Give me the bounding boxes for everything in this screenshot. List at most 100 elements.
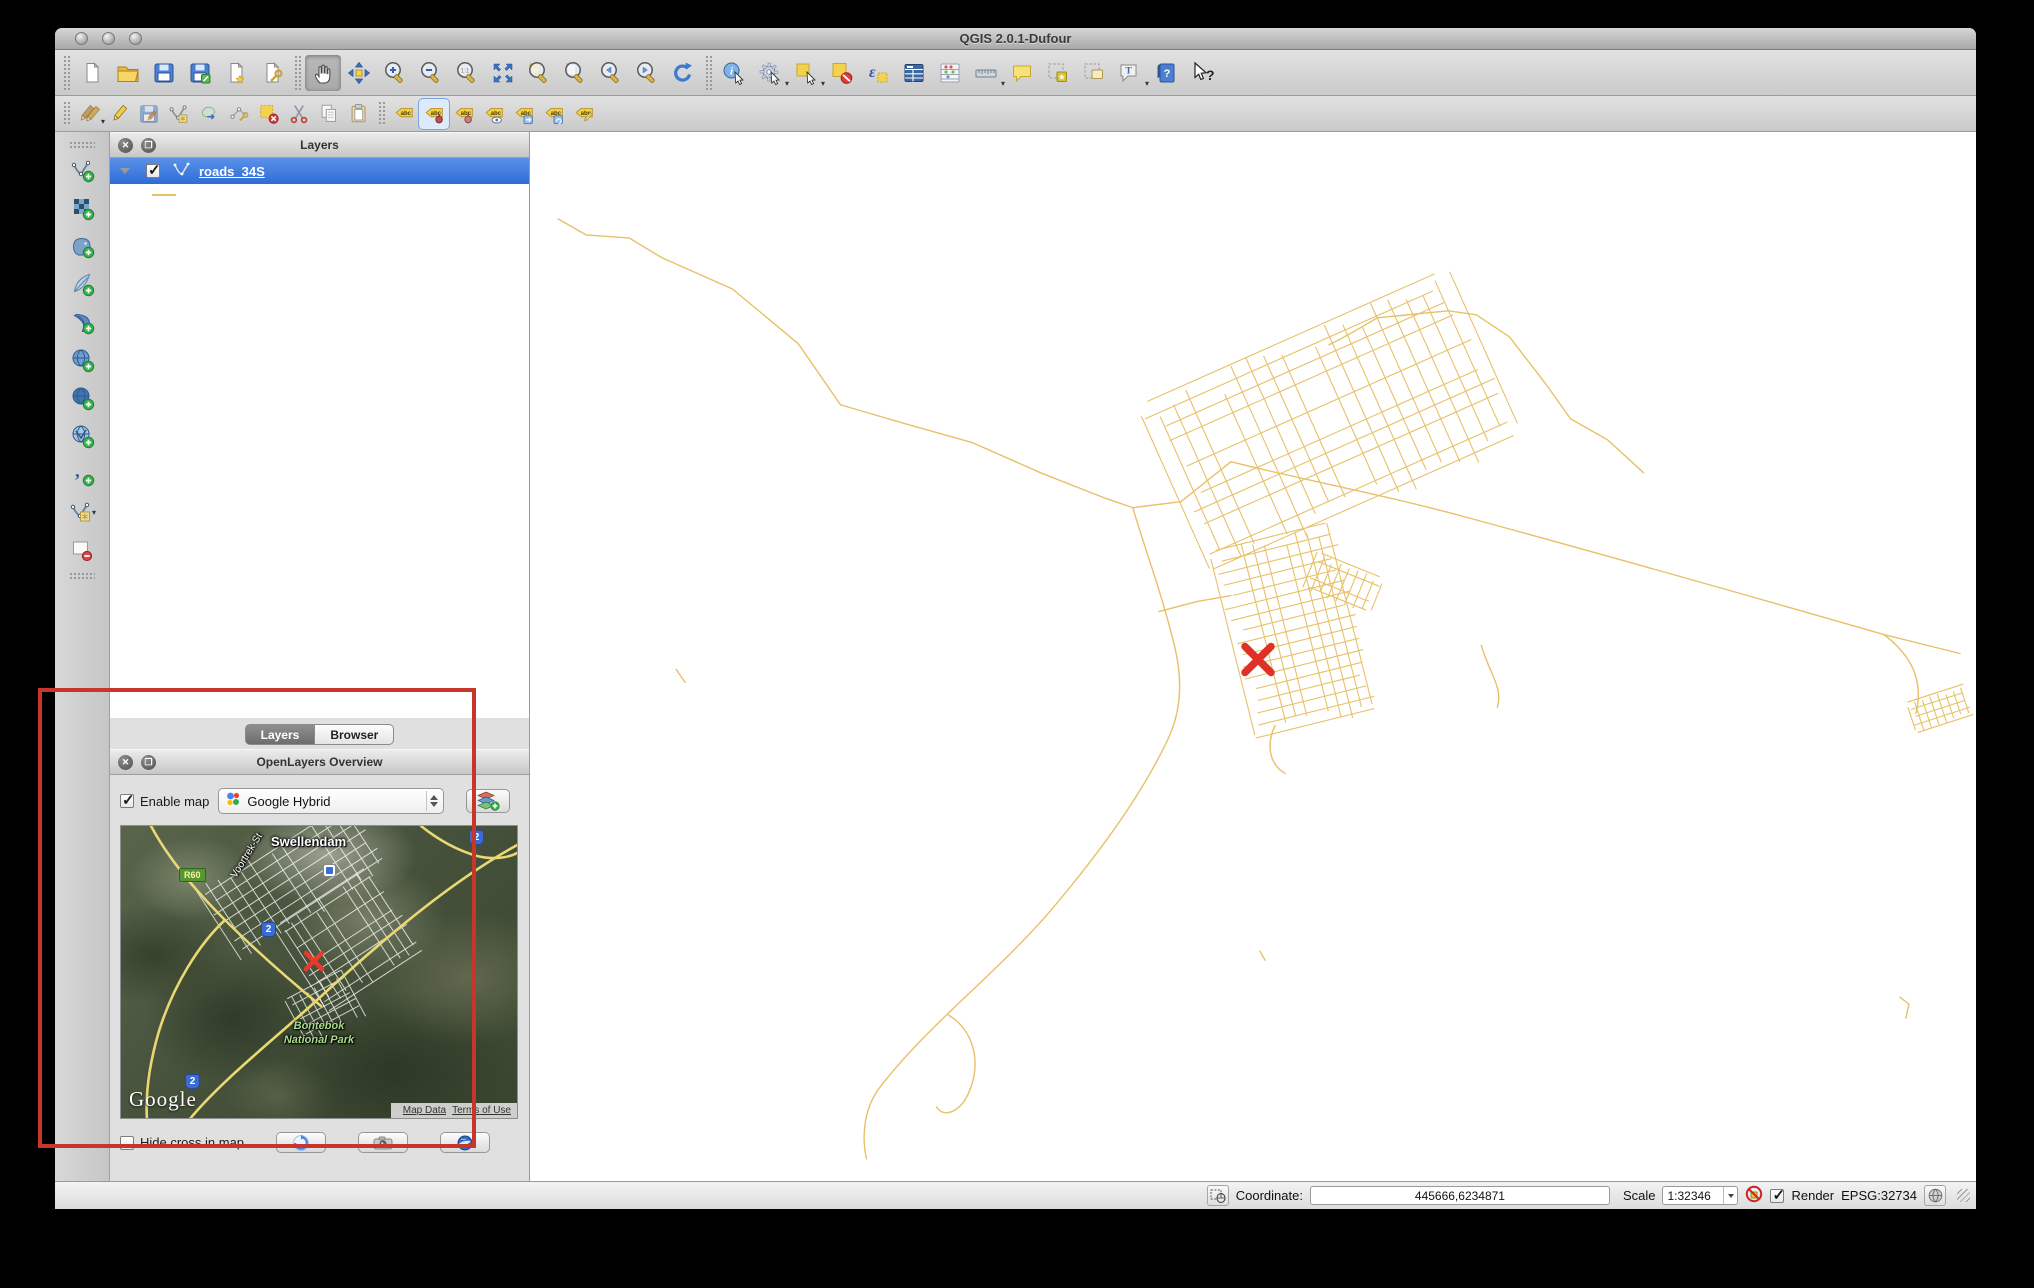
hide-cross-checkbox[interactable]	[120, 1136, 134, 1150]
render-checkbox[interactable]	[1770, 1189, 1784, 1203]
map-canvas[interactable]	[530, 132, 1976, 1181]
copy-button[interactable]	[314, 99, 344, 129]
zoom-in-button[interactable]	[377, 55, 413, 91]
remove-layer-button[interactable]	[66, 534, 98, 566]
add-mssql-button[interactable]	[66, 306, 98, 338]
label-move-button[interactable]: abc	[509, 99, 539, 129]
add-wms-button[interactable]	[66, 344, 98, 376]
measure-button[interactable]: ▾	[968, 55, 1004, 91]
whats-this-button[interactable]: ?	[1184, 55, 1220, 91]
add-wcs-button[interactable]	[66, 382, 98, 414]
refresh-overview-button[interactable]	[276, 1132, 326, 1153]
zoom-next-button[interactable]	[629, 55, 665, 91]
feature-action-button[interactable]: ▾	[752, 55, 788, 91]
deselect-button[interactable]	[824, 55, 860, 91]
toolbar-drag-handle[interactable]	[69, 141, 95, 148]
composer-manager-button[interactable]	[254, 55, 290, 91]
new-shapefile-button[interactable]: ▾	[66, 496, 98, 528]
attribute-table-button[interactable]	[896, 55, 932, 91]
save-as-button[interactable]	[182, 55, 218, 91]
toggle-extents-button[interactable]	[1207, 1185, 1229, 1206]
zoom-selection-button[interactable]	[521, 55, 557, 91]
google-earth-button[interactable]	[440, 1132, 490, 1153]
float-panel-icon[interactable]: ❐	[141, 755, 156, 770]
terms-of-use-link[interactable]: Terms of Use	[452, 1105, 511, 1116]
new-bookmark-button[interactable]	[1040, 55, 1076, 91]
toolbar-drag-handle[interactable]	[63, 55, 70, 90]
digitize-button[interactable]: ▾	[74, 99, 104, 129]
annotation-button[interactable]: T▾	[1112, 55, 1148, 91]
paste-button[interactable]	[344, 99, 374, 129]
zoom-layer-button[interactable]	[557, 55, 593, 91]
pan-selection-button[interactable]	[341, 55, 377, 91]
map-tips-button[interactable]	[1004, 55, 1040, 91]
label-rotate-button[interactable]: abc	[539, 99, 569, 129]
title-bar[interactable]: QGIS 2.0.1-Dufour	[55, 28, 1976, 50]
zoom-native-button[interactable]: 1:1	[449, 55, 485, 91]
add-spatialite-button[interactable]	[66, 268, 98, 300]
scale-input[interactable]	[1663, 1189, 1723, 1203]
add-vector-button[interactable]	[66, 154, 98, 186]
tab-layers[interactable]: Layers	[245, 724, 316, 745]
select-expression-button[interactable]: ε	[860, 55, 896, 91]
zoom-out-button[interactable]	[413, 55, 449, 91]
scale-combobox[interactable]	[1662, 1186, 1738, 1205]
overview-map[interactable]: Swellendam Voortrek-St R60 2 2 2 Bontebo…	[120, 825, 518, 1119]
identify-button[interactable]: i	[716, 55, 752, 91]
save-edits-button[interactable]	[134, 99, 164, 129]
current-edits-button[interactable]	[104, 99, 134, 129]
map-data-link[interactable]: Map Data	[403, 1105, 446, 1116]
new-composer-button[interactable]	[218, 55, 254, 91]
overview-road-1	[151, 826, 321, 1006]
float-panel-icon[interactable]: ❐	[141, 138, 156, 153]
node-tool-button[interactable]	[224, 99, 254, 129]
add-overview-layer-button[interactable]	[466, 789, 510, 813]
delete-selected-button[interactable]	[254, 99, 284, 129]
folder-open-button[interactable]	[110, 55, 146, 91]
move-feature-button[interactable]	[194, 99, 224, 129]
save-button[interactable]	[146, 55, 182, 91]
add-postgis-button[interactable]	[66, 230, 98, 262]
road-12	[676, 669, 685, 682]
crs-status-button[interactable]	[1924, 1185, 1946, 1206]
stop-render-icon[interactable]	[1745, 1185, 1763, 1206]
add-delimited-button[interactable]: ,	[66, 458, 98, 490]
zoom-full-button[interactable]	[485, 55, 521, 91]
resize-grip[interactable]	[1957, 1189, 1970, 1202]
label-pin-selected-button[interactable]: abc	[419, 99, 449, 129]
expand-triangle-icon[interactable]	[120, 168, 130, 174]
toolbar-drag-handle[interactable]	[63, 101, 70, 126]
label-abc-button[interactable]: abc	[389, 99, 419, 129]
tab-browser[interactable]: Browser	[315, 724, 394, 745]
field-calculator-button[interactable]	[932, 55, 968, 91]
label-properties-button[interactable]: abc	[569, 99, 599, 129]
layer-row-roads-34s[interactable]: roads_34S	[110, 158, 529, 184]
scale-dropdown-arrow-icon[interactable]	[1723, 1187, 1737, 1204]
composer-manager-icon	[259, 60, 285, 86]
select-features-button[interactable]: ▾	[788, 55, 824, 91]
close-panel-icon[interactable]: ✕	[118, 138, 133, 153]
label-visibility-button[interactable]: abc	[479, 99, 509, 129]
add-wfs-button[interactable]	[66, 420, 98, 452]
screenshot-button[interactable]	[358, 1132, 408, 1153]
svg-text:ε: ε	[869, 64, 876, 81]
cut-button[interactable]	[284, 99, 314, 129]
map-provider-dropdown[interactable]: Google Hybrid	[218, 788, 444, 814]
file-new-button[interactable]	[74, 55, 110, 91]
coordinate-input[interactable]	[1310, 1186, 1610, 1205]
close-panel-icon[interactable]: ✕	[118, 755, 133, 770]
toolbar-drag-handle[interactable]	[294, 55, 301, 90]
enable-map-checkbox[interactable]	[120, 794, 134, 808]
layer-visibility-checkbox[interactable]	[146, 164, 160, 178]
label-pin-button[interactable]: abc	[449, 99, 479, 129]
zoom-last-button[interactable]	[593, 55, 629, 91]
pan-button[interactable]	[305, 55, 341, 91]
node-v-button[interactable]	[164, 99, 194, 129]
toolbar-drag-handle[interactable]	[705, 55, 712, 90]
toolbar-drag-handle[interactable]	[378, 101, 385, 126]
refresh-button[interactable]	[665, 55, 701, 91]
show-bookmarks-button[interactable]	[1076, 55, 1112, 91]
help-button[interactable]: ?	[1148, 55, 1184, 91]
toolbar-drag-handle[interactable]	[69, 572, 95, 579]
add-raster-button[interactable]	[66, 192, 98, 224]
